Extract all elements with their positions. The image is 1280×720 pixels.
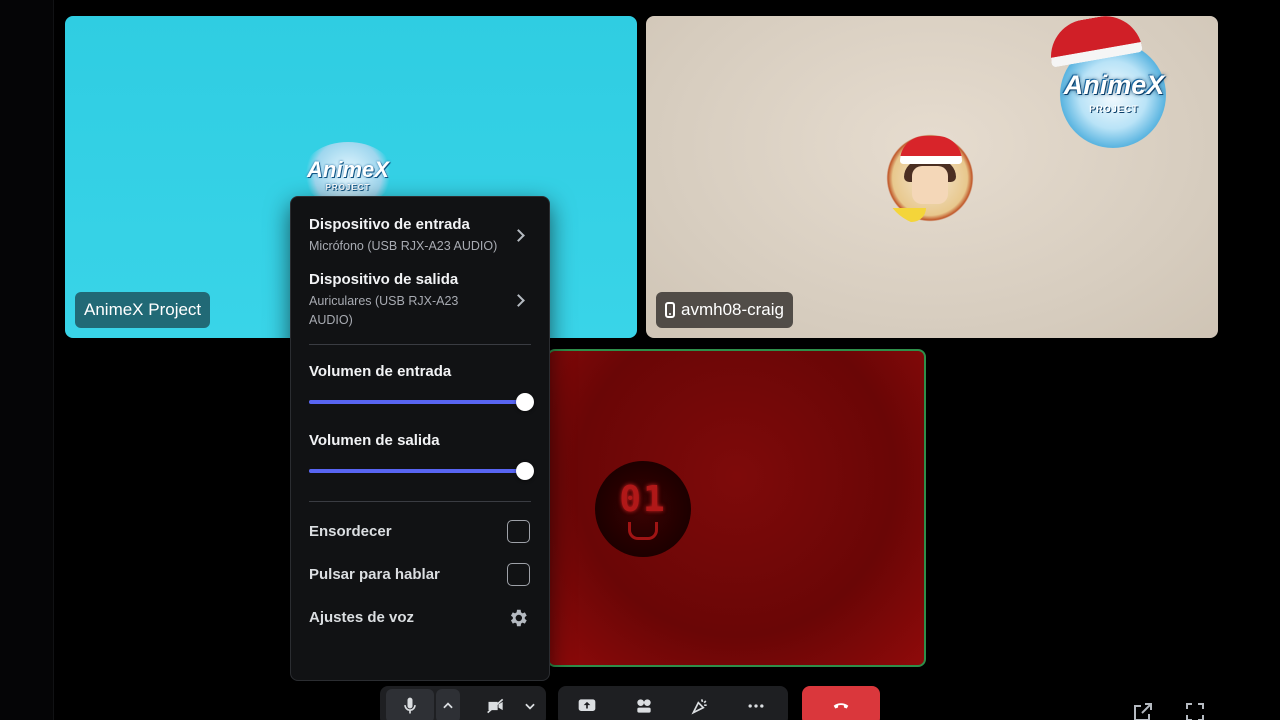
push-to-talk-option[interactable]: Pulsar para hablar <box>309 553 531 596</box>
input-device-title: Dispositivo de entrada <box>309 216 470 233</box>
more-button[interactable] <box>728 689 784 720</box>
activity-controls <box>558 686 788 720</box>
voice-settings-option[interactable]: Ajustes de voz <box>309 596 531 639</box>
avatar-cup-shape <box>628 521 658 540</box>
audio-options-toggle[interactable] <box>436 689 460 720</box>
input-device-value: Micrófono (USB RJX-A23 AUDIO) <box>309 239 498 253</box>
logo-word: AnimeX <box>1063 70 1165 100</box>
santa-hat <box>900 136 962 164</box>
left-rail <box>0 0 54 720</box>
output-device-selector[interactable]: Dispositivo de salida Auriculares (USB R… <box>309 270 531 330</box>
soundboard-button[interactable] <box>672 689 728 720</box>
input-volume-label: Volumen de entrada <box>309 363 452 380</box>
more-icon <box>748 704 764 708</box>
popout-icon[interactable] <box>1128 700 1158 720</box>
divider <box>309 501 531 502</box>
chevron-right-icon <box>512 293 525 307</box>
chevron-up-icon <box>443 702 453 709</box>
push-to-talk-label: Pulsar para hablar <box>309 566 440 583</box>
output-volume-slider[interactable] <box>309 461 534 481</box>
input-volume-slider[interactable] <box>309 392 534 412</box>
video-options-toggle[interactable] <box>518 689 542 720</box>
hang-up-button[interactable] <box>802 689 880 720</box>
slider-thumb[interactable] <box>516 462 534 480</box>
gear-icon[interactable] <box>507 607 529 629</box>
camera-button[interactable] <box>474 689 518 720</box>
microphone-icon <box>404 697 416 714</box>
disconnect-button[interactable] <box>802 686 880 720</box>
animex-avatar-logo-sub: PROJECT <box>325 182 371 192</box>
activities-icon <box>637 699 651 713</box>
voice-settings-popup: Dispositivo de entrada Micrófono (USB RJ… <box>290 196 550 681</box>
phone-icon <box>665 302 675 318</box>
participant-name: AnimeX Project <box>84 300 202 319</box>
participant-tile-speaking[interactable]: 01 <box>547 349 926 667</box>
chevron-right-icon <box>512 229 525 242</box>
banana <box>886 208 926 222</box>
fullscreen-icon[interactable] <box>1180 700 1210 720</box>
hang-up-icon <box>833 703 849 709</box>
camera-off-icon <box>487 698 504 714</box>
deafen-option[interactable]: Ensordecer <box>309 510 531 553</box>
screen-share-icon <box>578 699 596 711</box>
input-device-selector[interactable]: Dispositivo de entrada Micrófono (USB RJ… <box>309 215 531 256</box>
avatar-number: 01 <box>619 478 667 520</box>
animex-avatar-logo-text: AnimeX <box>307 156 389 182</box>
deafen-checkbox[interactable] <box>507 520 530 543</box>
output-device-value: Auriculares (USB RJX-A23 AUDIO) <box>309 294 459 327</box>
output-volume-label: Volumen de salida <box>309 432 440 449</box>
slider-thumb[interactable] <box>516 393 534 411</box>
divider <box>309 344 531 345</box>
screen-share-button[interactable] <box>558 689 616 720</box>
mic-controls <box>380 686 546 720</box>
animex-corner-logo: AnimeX PROJECT <box>1030 16 1180 148</box>
push-to-talk-checkbox[interactable] <box>507 563 530 586</box>
participant-tile-craig[interactable]: AnimeX PROJECT avmh08-craig <box>646 16 1218 338</box>
activities-button[interactable] <box>616 689 672 720</box>
mute-button[interactable] <box>386 689 434 720</box>
deafen-label: Ensordecer <box>309 523 392 540</box>
avatar-face <box>912 166 948 204</box>
voice-call-stage: AnimeX PROJECT AnimeX Project AnimeX PRO… <box>0 0 1280 720</box>
speaking-participant-avatar: 01 <box>595 461 691 557</box>
soundboard-icon <box>691 699 707 715</box>
participant-name-tag: AnimeX Project <box>75 292 211 328</box>
chevron-down-icon <box>525 703 535 710</box>
logo-sub: PROJECT <box>1089 104 1139 114</box>
voice-settings-label: Ajustes de voz <box>309 609 415 626</box>
slider-fill <box>309 469 525 473</box>
participant-name-tag: avmh08-craig <box>656 292 793 328</box>
slider-fill <box>309 400 525 404</box>
participant-name: avmh08-craig <box>681 300 784 319</box>
craig-avatar <box>882 130 978 226</box>
output-device-title: Dispositivo de salida <box>309 271 459 288</box>
